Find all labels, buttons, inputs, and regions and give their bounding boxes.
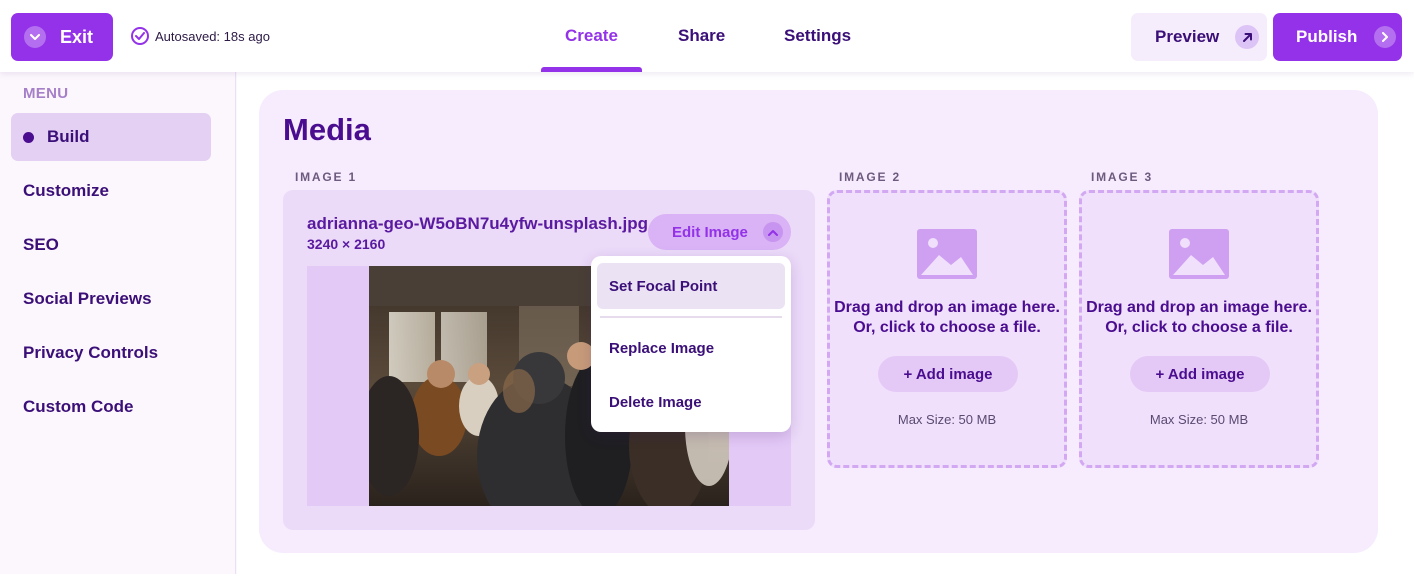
dropzone-line1: Drag and drop an image here. — [834, 299, 1060, 316]
add-image-button[interactable]: + Add image — [1130, 356, 1270, 392]
active-dot-icon — [23, 131, 34, 143]
max-size-text: Max Size: 50 MB — [1149, 412, 1249, 427]
tab-create[interactable]: Create — [565, 26, 618, 46]
top-bar: Exit Autosaved: 18s ago Create Share Set… — [0, 0, 1414, 72]
arrow-up-right-icon — [1235, 25, 1260, 49]
sidebar: MENU Build Customize SEO Social Previews… — [0, 72, 236, 574]
image-filename: adrianna-geo-W5oBN7u4yfw-unsplash.jpg — [307, 214, 648, 233]
tab-share[interactable]: Share — [678, 26, 725, 46]
chevron-right-icon — [1374, 26, 1397, 48]
chevron-up-icon — [763, 222, 783, 242]
check-circle-icon — [131, 27, 149, 45]
image-placeholder-icon — [1169, 229, 1229, 284]
chevron-down-icon — [24, 26, 46, 48]
preview-button[interactable]: Preview — [1131, 13, 1267, 61]
media-title: Media — [283, 112, 371, 147]
max-size-text: Max Size: 50 MB — [897, 412, 997, 427]
menu-heading: MENU — [23, 85, 69, 102]
main-content: Media IMAGE 1 IMAGE 2 IMAGE 3 adrianna-g… — [237, 72, 1414, 574]
sidebar-item-seo[interactable]: SEO — [11, 221, 211, 269]
image2-label: IMAGE 2 — [839, 170, 901, 184]
autosave-status: Autosaved: 18s ago — [131, 27, 270, 45]
active-tab-indicator — [541, 67, 642, 72]
dropzone-instructions: Drag and drop an image here. Or, click t… — [1082, 298, 1316, 338]
dropzone-instructions: Drag and drop an image here. Or, click t… — [830, 298, 1064, 338]
sidebar-item-label: Customize — [23, 181, 109, 200]
sidebar-item-custom-code[interactable]: Custom Code — [11, 383, 211, 431]
sidebar-item-label: SEO — [23, 235, 59, 254]
set-focal-point-option[interactable]: Set Focal Point — [597, 263, 785, 309]
image2-dropzone[interactable]: Drag and drop an image here. Or, click t… — [827, 190, 1067, 468]
autosave-text: Autosaved: 18s ago — [155, 28, 270, 44]
exit-button[interactable]: Exit — [11, 13, 113, 61]
dropzone-line2: Or, click to choose a file. — [1105, 319, 1293, 336]
image1-label: IMAGE 1 — [295, 170, 357, 184]
sidebar-item-label: Privacy Controls — [23, 343, 159, 362]
sidebar-item-label: Build — [47, 127, 90, 146]
dropzone-line1: Drag and drop an image here. — [1086, 299, 1312, 316]
sidebar-item-social-previews[interactable]: Social Previews — [11, 275, 211, 323]
sidebar-item-privacy-controls[interactable]: Privacy Controls — [11, 329, 211, 377]
image-dimensions: 3240 × 2160 — [307, 236, 386, 252]
publish-label: Publish — [1296, 27, 1358, 46]
media-card: Media IMAGE 1 IMAGE 2 IMAGE 3 adrianna-g… — [259, 90, 1378, 553]
delete-image-option[interactable]: Delete Image — [597, 379, 785, 425]
exit-label: Exit — [60, 26, 94, 47]
replace-image-option[interactable]: Replace Image — [597, 325, 785, 371]
image-placeholder-icon — [917, 229, 977, 284]
dropzone-line2: Or, click to choose a file. — [853, 319, 1041, 336]
tab-settings[interactable]: Settings — [784, 26, 851, 46]
sidebar-item-build[interactable]: Build — [11, 113, 211, 161]
edit-image-dropdown: Set Focal Point Replace Image Delete Ima… — [591, 256, 791, 432]
image3-label: IMAGE 3 — [1091, 170, 1153, 184]
sidebar-item-label: Custom Code — [23, 397, 134, 416]
preview-label: Preview — [1155, 27, 1220, 46]
dropdown-divider — [600, 316, 782, 318]
edit-image-label: Edit Image — [672, 223, 748, 241]
add-image-button[interactable]: + Add image — [878, 356, 1018, 392]
publish-button[interactable]: Publish — [1273, 13, 1402, 61]
image3-dropzone[interactable]: Drag and drop an image here. Or, click t… — [1079, 190, 1319, 468]
sidebar-item-label: Social Previews — [23, 289, 152, 308]
edit-image-button[interactable]: Edit Image — [648, 214, 791, 250]
sidebar-item-customize[interactable]: Customize — [11, 167, 211, 215]
